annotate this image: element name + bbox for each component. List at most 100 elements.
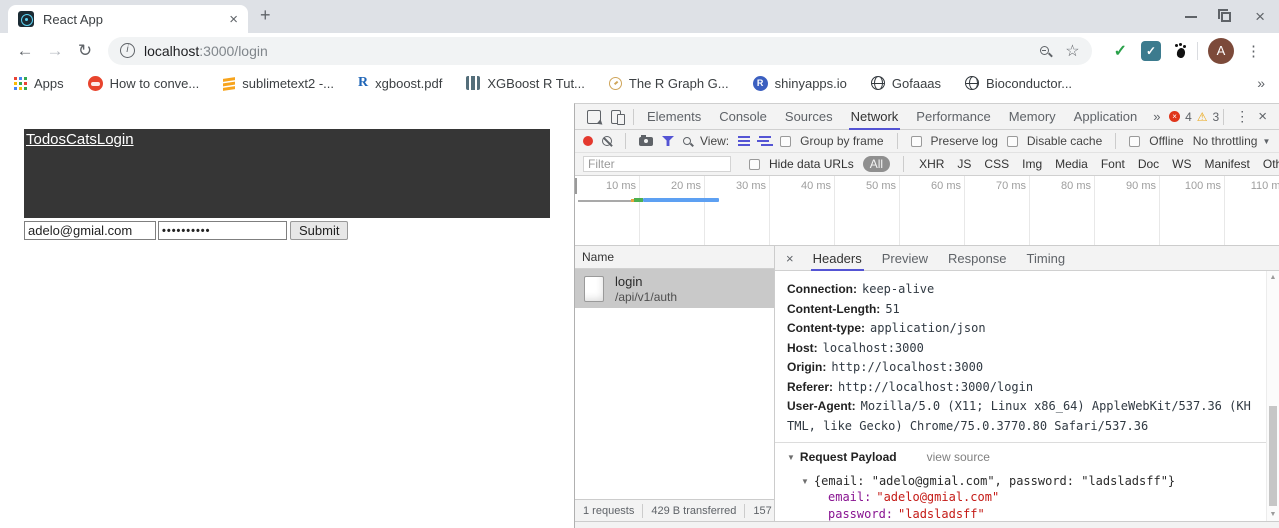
group-by-frame-checkbox[interactable] — [780, 136, 791, 147]
bookmark-r-graph-gallery[interactable]: The R Graph G... — [609, 76, 729, 91]
profile-avatar[interactable]: A — [1208, 38, 1234, 64]
payload-preview-row[interactable]: ▼ {email: "adelo@gmial.com", password: "… — [787, 474, 1253, 488]
offline-checkbox[interactable] — [1129, 136, 1140, 147]
devtools-tab-bar: Elements Console Sources Network Perform… — [575, 104, 1279, 130]
request-payload-section[interactable]: ▼ Request Payload view source — [787, 450, 1253, 464]
name-column-header[interactable]: Name — [575, 246, 774, 269]
preserve-log-checkbox[interactable] — [911, 136, 922, 147]
hide-data-urls-checkbox[interactable] — [749, 159, 760, 170]
scrollbar-thumb[interactable] — [1269, 406, 1277, 506]
timeline-tick: 100 ms — [1160, 176, 1225, 245]
record-icon[interactable] — [583, 136, 593, 146]
bookmark-how-to-conve[interactable]: How to conve... — [88, 76, 200, 91]
bookmarks-overflow-icon[interactable]: » — [1257, 75, 1265, 91]
bookmark-xgboost-pdf[interactable]: R xgboost.pdf — [358, 75, 442, 91]
tab-elements[interactable]: Elements — [638, 104, 710, 129]
filter-type-all[interactable]: All — [863, 156, 890, 172]
search-icon[interactable] — [683, 137, 691, 145]
collapse-triangle-icon[interactable]: ▼ — [787, 453, 795, 462]
tab-performance[interactable]: Performance — [907, 104, 999, 129]
gnome-foot-icon[interactable] — [1175, 44, 1187, 58]
details-scrollbar[interactable]: ▲ ▼ — [1266, 271, 1279, 521]
more-tabs-icon[interactable]: » — [1146, 109, 1167, 124]
filter-input[interactable] — [583, 156, 731, 172]
chevron-down-icon: ▼ — [1262, 137, 1270, 146]
tab-response[interactable]: Response — [938, 246, 1017, 270]
tab-close-icon[interactable]: × — [229, 12, 238, 27]
tab-preview[interactable]: Preview — [872, 246, 938, 270]
minimize-icon[interactable] — [1185, 16, 1197, 18]
submit-button[interactable]: Submit — [290, 221, 348, 240]
extension-teal-icon[interactable]: ✓ — [1141, 41, 1161, 61]
bookmark-gofaaas[interactable]: Gofaaas — [871, 76, 941, 91]
network-overview-timeline[interactable]: 10 ms 20 ms 30 ms 40 ms 50 ms 60 ms 70 m… — [575, 176, 1279, 246]
filter-type-font[interactable]: Font — [1099, 156, 1127, 172]
filter-type-ws[interactable]: WS — [1170, 156, 1193, 172]
restore-icon[interactable] — [1221, 12, 1231, 22]
browser-tab[interactable]: React App × — [8, 5, 248, 33]
password-field[interactable] — [158, 221, 287, 240]
filter-funnel-icon[interactable] — [662, 136, 674, 146]
tab-sources[interactable]: Sources — [776, 104, 842, 129]
nav-link-cats[interactable]: Cats — [66, 131, 97, 148]
filter-type-css[interactable]: CSS — [982, 156, 1011, 172]
reload-icon[interactable]: ↻ — [70, 41, 100, 61]
nav-link-login[interactable]: Login — [97, 131, 134, 148]
filter-type-media[interactable]: Media — [1053, 156, 1090, 172]
tab-application[interactable]: Application — [1065, 104, 1147, 129]
tab-console[interactable]: Console — [710, 104, 776, 129]
tab-memory[interactable]: Memory — [1000, 104, 1065, 129]
header-row: Content-type:application/json — [787, 319, 1253, 339]
error-badge-icon[interactable]: × — [1169, 111, 1180, 122]
devtools-menu-icon[interactable]: ⋮ — [1228, 108, 1256, 125]
details-close-icon[interactable]: × — [777, 251, 803, 266]
back-icon[interactable]: ← — [10, 41, 40, 61]
bookmark-sublimetext2[interactable]: sublimetext2 -... — [223, 76, 334, 91]
bookmark-shinyapps[interactable]: R shinyapps.io — [753, 76, 847, 91]
address-bar[interactable]: i localhost :3000/login ☆ — [108, 37, 1092, 65]
browser-menu-icon[interactable]: ⋮ — [1246, 42, 1261, 60]
clear-icon[interactable] — [602, 136, 612, 146]
filter-type-xhr[interactable]: XHR — [917, 156, 946, 172]
disable-cache-checkbox[interactable] — [1007, 136, 1018, 147]
throttling-dropdown[interactable]: No throttling ▼ — [1193, 134, 1271, 148]
request-rows-view-icon[interactable] — [738, 136, 750, 138]
view-source-link[interactable]: view source — [927, 450, 990, 464]
sublime-icon — [223, 77, 235, 90]
bookmark-star-icon[interactable]: ☆ — [1065, 41, 1079, 61]
waterfall-view-icon[interactable] — [759, 136, 771, 138]
devtools-close-icon[interactable]: × — [1256, 108, 1273, 125]
site-info-icon[interactable]: i — [120, 43, 135, 58]
device-toolbar-icon[interactable] — [611, 110, 621, 124]
tab-headers[interactable]: Headers — [803, 246, 872, 270]
filter-type-img[interactable]: Img — [1020, 156, 1044, 172]
scroll-down-icon[interactable]: ▼ — [1267, 511, 1279, 518]
screenshot-icon[interactable] — [639, 137, 653, 146]
inspect-element-icon[interactable] — [587, 110, 601, 124]
waterfall-download-bar — [643, 198, 719, 202]
document-icon — [584, 276, 604, 302]
tab-network[interactable]: Network — [842, 104, 908, 129]
network-toolbar: View: Group by frame Preserve log Disabl… — [575, 130, 1279, 153]
new-tab-button[interactable]: + — [260, 5, 271, 26]
zoom-out-icon[interactable] — [1040, 46, 1049, 55]
tab-timing[interactable]: Timing — [1017, 246, 1076, 270]
bookmark-apps[interactable]: Apps — [14, 76, 64, 91]
filter-type-other[interactable]: Other — [1261, 156, 1279, 172]
filter-type-js[interactable]: JS — [955, 156, 973, 172]
bookmark-bioconductor[interactable]: Bioconductor... — [965, 76, 1072, 91]
email-field[interactable] — [24, 221, 156, 240]
tab-strip: React App × + × — [0, 0, 1279, 33]
collapse-triangle-icon[interactable]: ▼ — [801, 477, 809, 486]
filter-type-doc[interactable]: Doc — [1136, 156, 1161, 172]
header-row: User-Agent:Mozilla/5.0 (X11; Linux x86_6… — [787, 397, 1253, 436]
request-row-login[interactable]: login /api/v1/auth — [575, 269, 774, 308]
forward-icon[interactable]: → — [40, 41, 70, 61]
extension-check-icon[interactable]: ✓ — [1114, 41, 1127, 61]
window-close-icon[interactable]: × — [1255, 9, 1265, 25]
scroll-up-icon[interactable]: ▲ — [1267, 274, 1279, 281]
nav-link-todos[interactable]: Todos — [26, 131, 66, 148]
warning-badge-icon[interactable]: ⚠ — [1197, 110, 1208, 124]
bookmark-xgboost-r-tut[interactable]: XGBoost R Tut... — [466, 76, 585, 91]
filter-type-manifest[interactable]: Manifest — [1203, 156, 1252, 172]
